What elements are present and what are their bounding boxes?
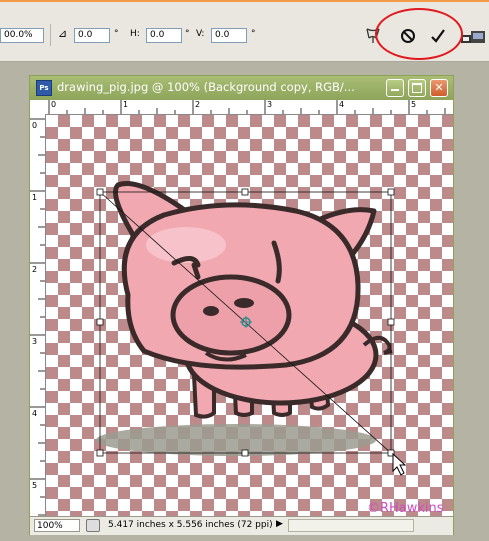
ruler-h-label: 4: [339, 100, 345, 109]
angle-unit: °: [114, 29, 119, 39]
v-skew-label: V:: [196, 29, 205, 39]
ruler-h-label: 5: [411, 100, 417, 109]
maximize-button[interactable]: [408, 79, 426, 97]
ruler-v-label: 1: [32, 193, 38, 202]
ruler-origin[interactable]: [30, 100, 46, 115]
status-arrow-icon[interactable]: ▶: [276, 519, 283, 529]
horizontal-scrollbar[interactable]: [288, 519, 414, 532]
ruler-v-label: 4: [32, 409, 38, 418]
separator: [50, 24, 51, 46]
annotation-circle: [375, 8, 463, 60]
ruler-h-label: 0: [51, 100, 57, 109]
ruler-h-label: 1: [123, 100, 129, 109]
photoshop-icon: Ps: [36, 80, 52, 96]
copyright-watermark: ©RHawkins: [367, 501, 444, 516]
v-skew-field[interactable]: 0.0: [211, 28, 247, 43]
document-window: Ps drawing_pig.jpg @ 100% (Background co…: [29, 75, 454, 535]
document-info: 5.417 inches x 5.556 inches (72 ppi): [108, 520, 273, 530]
ruler-v-label: 0: [32, 121, 38, 130]
ruler-h-label: 2: [195, 100, 201, 109]
ruler-v-label: 5: [32, 481, 38, 490]
rotate-angle-field[interactable]: 0.0: [74, 28, 110, 43]
h-skew-field[interactable]: 0.0: [146, 28, 182, 43]
rotate-angle-icon: ⊿: [58, 27, 68, 40]
h-skew-unit: °: [185, 29, 190, 39]
ruler-v-label: 2: [32, 265, 38, 274]
horizontal-ruler[interactable]: 0 1 2 3 4 5: [45, 100, 453, 115]
close-button[interactable]: ✕: [430, 79, 448, 97]
close-icon: ✕: [434, 81, 444, 94]
ruler-v-label: 3: [32, 337, 38, 346]
minimize-icon: [391, 89, 399, 91]
maximize-icon: [412, 83, 422, 93]
vertical-ruler[interactable]: 0 1 2 3 4 5: [30, 114, 46, 520]
width-percent-field[interactable]: 00.0%: [0, 28, 44, 43]
status-menu-icon[interactable]: [86, 519, 100, 532]
zoom-field[interactable]: 100%: [34, 519, 80, 532]
h-skew-label: H:: [130, 29, 140, 39]
v-skew-unit: °: [251, 29, 256, 39]
document-title: drawing_pig.jpg @ 100% (Background copy,…: [57, 80, 355, 94]
image-canvas[interactable]: [46, 115, 453, 520]
status-bar: 100% 5.417 inches x 5.556 inches (72 ppi…: [30, 516, 453, 535]
ruler-h-label: 3: [267, 100, 273, 109]
pig-illustration: [96, 181, 407, 476]
options-bar: 00.0% ⊿ 0.0 ° H: 0.0 ° V: 0.0 °: [0, 0, 489, 62]
workspace-switcher-icon[interactable]: [460, 27, 486, 50]
document-title-bar[interactable]: Ps drawing_pig.jpg @ 100% (Background co…: [30, 76, 453, 100]
minimize-button[interactable]: [386, 79, 404, 97]
